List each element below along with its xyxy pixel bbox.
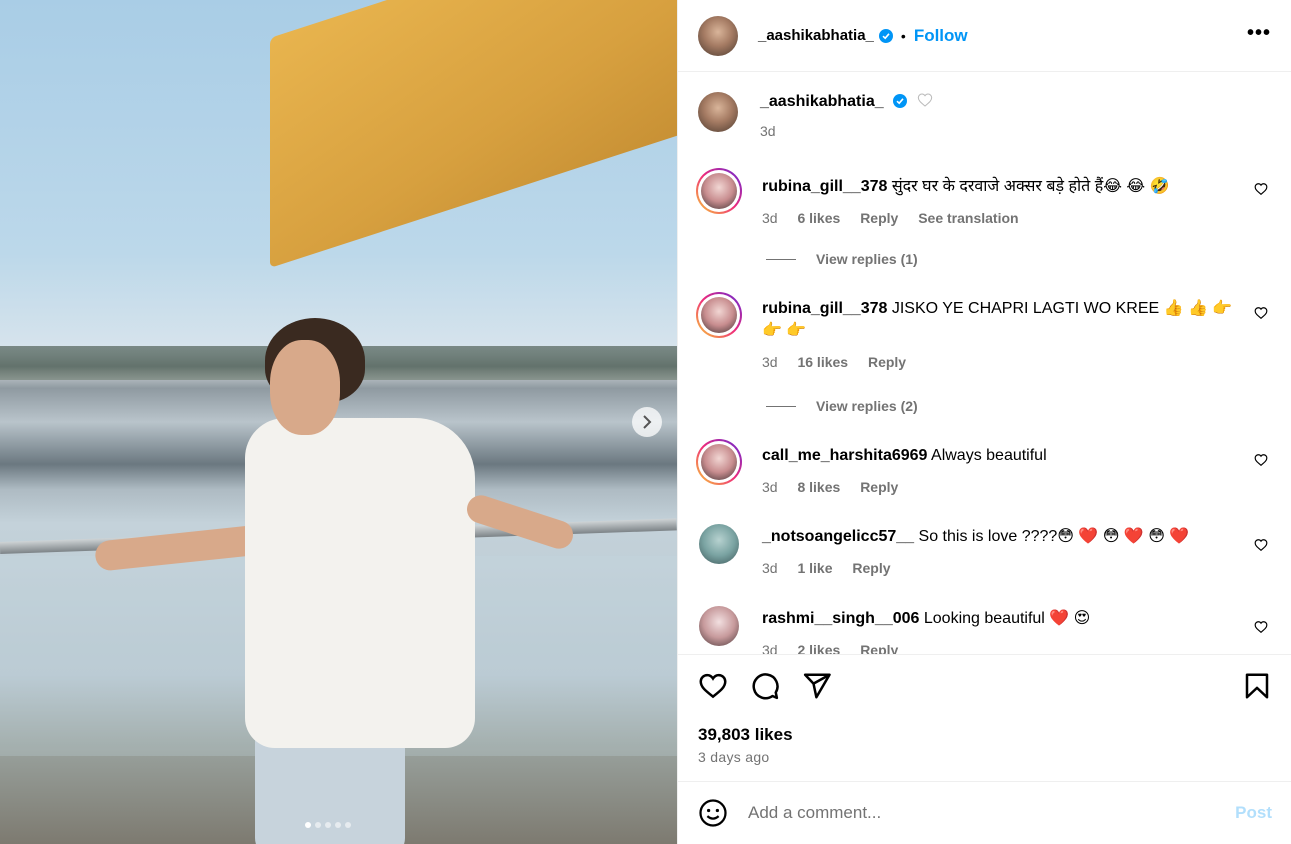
view-replies-label: View replies (2) [816, 398, 918, 414]
commenter-username[interactable]: rubina_gill__378 [762, 300, 887, 317]
carousel-dot [335, 822, 341, 828]
view-replies-label: View replies (1) [816, 251, 918, 267]
comment-age: 3d [762, 354, 778, 370]
likes-count[interactable]: 39,803 likes [698, 725, 793, 745]
commenter-username[interactable]: _notsoangelicc57__ [762, 528, 914, 545]
carousel-dot [305, 822, 311, 828]
commenter-avatar[interactable] [699, 524, 739, 564]
caption-avatar[interactable] [698, 92, 738, 132]
comment-text: So this is love ????😳 ❤️ 😳 ❤️ 😳 ❤️ [918, 528, 1190, 545]
emoji-icon[interactable] [698, 798, 728, 828]
comment-age: 3d [762, 560, 778, 576]
carousel-dot [345, 822, 351, 828]
reply-button[interactable]: Reply [860, 642, 898, 654]
caption-age: 3d [760, 123, 776, 139]
comment-like-icon[interactable] [1254, 182, 1268, 196]
comment-like-icon[interactable] [1254, 306, 1268, 320]
commenter-avatar[interactable] [696, 168, 742, 214]
add-comment-bar: Post [678, 782, 1291, 844]
carousel-next-button[interactable] [632, 407, 662, 437]
comment-item: call_me_harshita6969 Always beautiful 3d… [696, 439, 1276, 495]
reply-button[interactable]: Reply [852, 560, 890, 576]
post-time: 3 days ago [698, 749, 770, 765]
see-translation-button[interactable]: See translation [918, 210, 1018, 226]
comment-likes[interactable]: 6 likes [797, 210, 840, 226]
comment-like-icon[interactable] [1254, 453, 1268, 467]
arm-shape [463, 491, 577, 553]
comment-likes[interactable]: 8 likes [797, 479, 840, 495]
comment-like-icon[interactable] [1254, 620, 1268, 634]
reply-button[interactable]: Reply [860, 210, 898, 226]
post-photo[interactable] [0, 0, 677, 844]
more-options-icon[interactable]: ••• [1247, 23, 1271, 43]
commenter-avatar[interactable] [699, 606, 739, 646]
caption-username[interactable]: _aashikabhatia_ [760, 93, 884, 110]
comment-item: rashmi__singh__006 Looking beautiful ❤️ … [696, 606, 1276, 654]
comment-item: rubina_gill__378 सुंदर घर के दरवाजे अक्स… [696, 168, 1276, 226]
post-viewer: _aashikabhatia_ • Follow ••• _aashikabha… [0, 0, 1291, 844]
view-replies-button[interactable]: View replies (1) [766, 251, 918, 267]
post-side-panel: _aashikabhatia_ • Follow ••• _aashikabha… [677, 0, 1291, 844]
comment-text: सुंदर घर के दरवाजे अक्सर बड़े होते हैं😂 … [891, 178, 1170, 195]
carousel-dot [325, 822, 331, 828]
comment-age: 3d [762, 210, 778, 226]
comment-bubble-icon[interactable] [750, 671, 780, 701]
face-shape [270, 340, 340, 435]
comment-item: rubina_gill__378 JISKO YE CHAPRI LAGTI W… [696, 292, 1276, 370]
umbrella-shape [270, 0, 677, 268]
reply-button[interactable]: Reply [868, 354, 906, 370]
comment-age: 3d [762, 479, 778, 495]
carousel-dot [315, 822, 321, 828]
author-avatar[interactable] [698, 15, 738, 56]
commenter-username[interactable]: call_me_harshita6969 [762, 447, 927, 464]
share-send-icon[interactable] [802, 671, 832, 701]
author-username[interactable]: _aashikabhatia_ [758, 27, 874, 44]
person-figure [93, 318, 577, 844]
separator-dot: • [900, 27, 906, 44]
commenter-username[interactable]: rashmi__singh__006 [762, 610, 919, 627]
verified-badge-icon [878, 28, 893, 43]
comment-like-icon[interactable] [1254, 538, 1268, 552]
comment-likes[interactable]: 2 likes [797, 642, 840, 654]
comment-text: Looking beautiful ❤️ 😍 [923, 610, 1091, 627]
comment-item: _notsoangelicc57__ So this is love ????😳… [696, 524, 1276, 576]
commenter-username[interactable]: rubina_gill__378 [762, 178, 887, 195]
comment-input[interactable] [748, 803, 1218, 823]
verified-badge-icon [892, 94, 907, 108]
commenter-avatar[interactable] [696, 439, 742, 485]
comment-age: 3d [762, 642, 778, 654]
view-replies-button[interactable]: View replies (2) [766, 398, 918, 414]
heart-outline-icon[interactable] [917, 92, 933, 108]
caption: _aashikabhatia_ 3d [698, 92, 933, 139]
reply-button[interactable]: Reply [860, 479, 898, 495]
post-comment-button[interactable]: Post [1235, 803, 1272, 823]
comment-likes[interactable]: 16 likes [797, 354, 848, 370]
like-heart-icon[interactable] [698, 671, 728, 701]
follow-button[interactable]: Follow [914, 26, 968, 46]
chevron-right-icon [643, 415, 652, 429]
post-actions: 39,803 likes 3 days ago [678, 654, 1291, 782]
comment-text: Always beautiful [931, 447, 1047, 464]
comment-likes[interactable]: 1 like [797, 560, 832, 576]
comments-section[interactable]: _aashikabhatia_ 3d rubina_gill__378 सुंद… [678, 72, 1291, 654]
commenter-avatar[interactable] [696, 292, 742, 338]
carousel-dots [305, 822, 351, 828]
bookmark-icon[interactable] [1242, 671, 1272, 701]
post-header: _aashikabhatia_ • Follow ••• [678, 0, 1291, 72]
shirt-shape [245, 418, 475, 748]
